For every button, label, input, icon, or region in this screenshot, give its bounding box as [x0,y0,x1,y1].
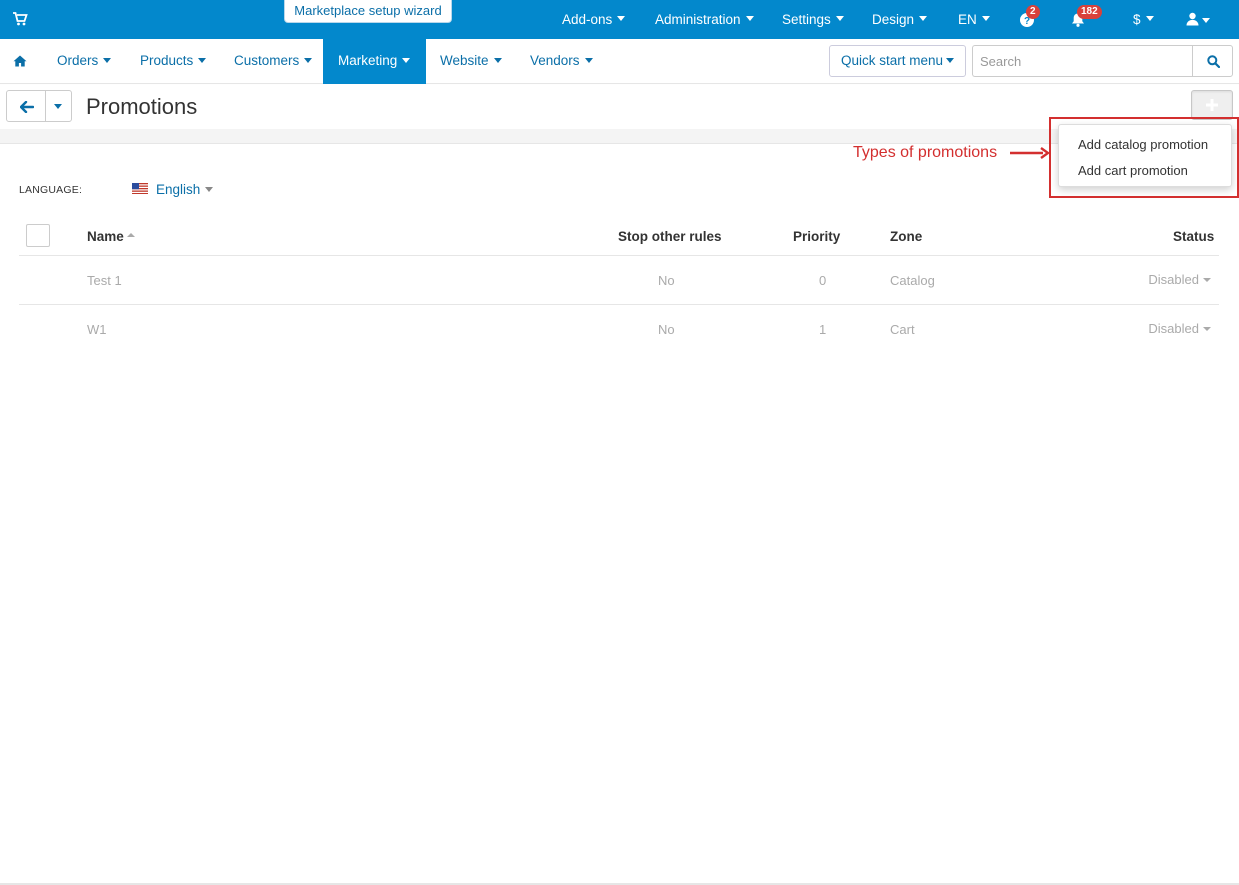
chevron-down-icon [1203,326,1211,331]
help-button[interactable]: ? 2 [1017,0,1041,39]
row-status-label: Disabled [1148,321,1199,336]
topnav-design[interactable]: Design [872,0,928,39]
top-bar: Marketplace setup wizard Add-ons Adminis… [0,0,1239,39]
language-label: LANGUAGE: [19,184,83,196]
row-zone: Cart [890,322,915,337]
topnav-language[interactable]: EN [958,0,990,39]
nav-orders-label: Orders [57,53,99,68]
search-input[interactable] [972,45,1193,77]
language-selector[interactable]: English [156,182,214,197]
topnav-addons[interactable]: Add-ons [562,0,626,39]
topnav-language-label: EN [958,12,977,27]
nav-website[interactable]: Website [440,39,502,84]
row-status-dropdown[interactable]: Disabled [1130,321,1211,336]
nav-vendors[interactable]: Vendors [530,39,593,84]
search-button[interactable] [1192,45,1233,77]
chevron-down-icon [402,57,411,63]
row-stop-other-rules: No [658,322,675,337]
home-icon [13,55,27,67]
topnav-design-label: Design [872,12,915,27]
notifications-button[interactable]: 182 [1068,0,1108,39]
arrow-left-icon [20,101,34,113]
nav-orders[interactable]: Orders [57,39,112,84]
row-status-dropdown[interactable]: Disabled [1130,272,1211,287]
nav-vendors-label: Vendors [530,53,580,68]
chevron-down-icon [835,15,844,21]
chevron-down-icon [54,104,62,109]
column-header-stop-other-rules[interactable]: Stop other rules [618,229,722,244]
nav-products-label: Products [140,53,194,68]
chevron-down-icon [981,15,990,21]
topnav-administration-label: Administration [655,12,741,27]
column-name-label: Name [87,229,124,244]
notifications-badge: 182 [1077,5,1102,19]
annotation-highlight-box [1049,117,1239,198]
cart-icon[interactable] [12,11,28,27]
user-menu-button[interactable] [1186,0,1216,39]
language-value: English [156,182,201,197]
chevron-down-icon [493,57,502,63]
nav-customers[interactable]: Customers [234,39,313,84]
column-header-zone[interactable]: Zone [890,229,922,244]
annotation-label: Types of promotions [853,144,998,161]
nav-marketing-label: Marketing [338,53,398,68]
nav-customers-label: Customers [234,53,300,68]
chevron-down-icon [617,15,626,21]
row-status-label: Disabled [1148,272,1199,287]
sort-asc-icon [126,233,135,238]
row-name-link[interactable]: W1 [87,322,107,337]
topnav-settings[interactable]: Settings [782,0,844,39]
column-header-status[interactable]: Status [1173,229,1214,244]
chevron-down-icon [584,57,593,63]
table-header-divider [19,255,1219,256]
back-button[interactable] [6,90,46,122]
us-flag-icon [132,183,148,194]
history-dropdown-button[interactable] [45,90,72,122]
select-all-checkbox[interactable] [26,224,50,247]
quick-start-label: Quick start menu [840,53,944,68]
add-promotion-button[interactable] [1191,90,1233,120]
chevron-down-icon [1203,277,1211,282]
row-stop-other-rules: No [658,273,675,288]
nav-marketing[interactable]: Marketing [323,39,426,84]
home-button[interactable] [0,39,40,84]
user-icon [1186,12,1199,26]
row-priority: 0 [819,273,827,288]
table-row-divider [19,304,1219,305]
topnav-administration[interactable]: Administration [655,0,754,39]
column-header-priority[interactable]: Priority [793,229,840,244]
chevron-down-icon [919,15,928,21]
chevron-down-icon [946,57,955,63]
nav-website-label: Website [440,53,489,68]
chevron-down-icon [745,15,754,21]
chevron-down-icon [1145,15,1154,21]
chevron-down-icon [198,57,207,63]
nav-products[interactable]: Products [140,39,207,84]
chevron-down-icon [1202,18,1210,23]
topnav-addons-label: Add-ons [562,12,613,27]
chevron-down-icon [205,186,214,192]
page-title: Promotions [86,94,198,119]
marketplace-setup-wizard-button[interactable]: Marketplace setup wizard [284,0,452,23]
search-icon [1207,55,1220,68]
quick-start-menu-button[interactable]: Quick start menu [829,45,966,77]
currency-button[interactable]: $ [1133,0,1154,39]
row-name-link[interactable]: Test 1 [87,273,122,288]
topnav-settings-label: Settings [782,12,831,27]
chevron-down-icon [103,57,112,63]
currency-label: $ [1133,12,1141,27]
column-header-name[interactable]: Name [87,229,135,244]
row-priority: 1 [819,322,827,337]
help-badge: 2 [1026,5,1040,19]
plus-icon [1206,99,1218,111]
annotation-arrow-icon [1010,147,1050,159]
chevron-down-icon [304,57,313,63]
row-zone: Catalog [890,273,935,288]
